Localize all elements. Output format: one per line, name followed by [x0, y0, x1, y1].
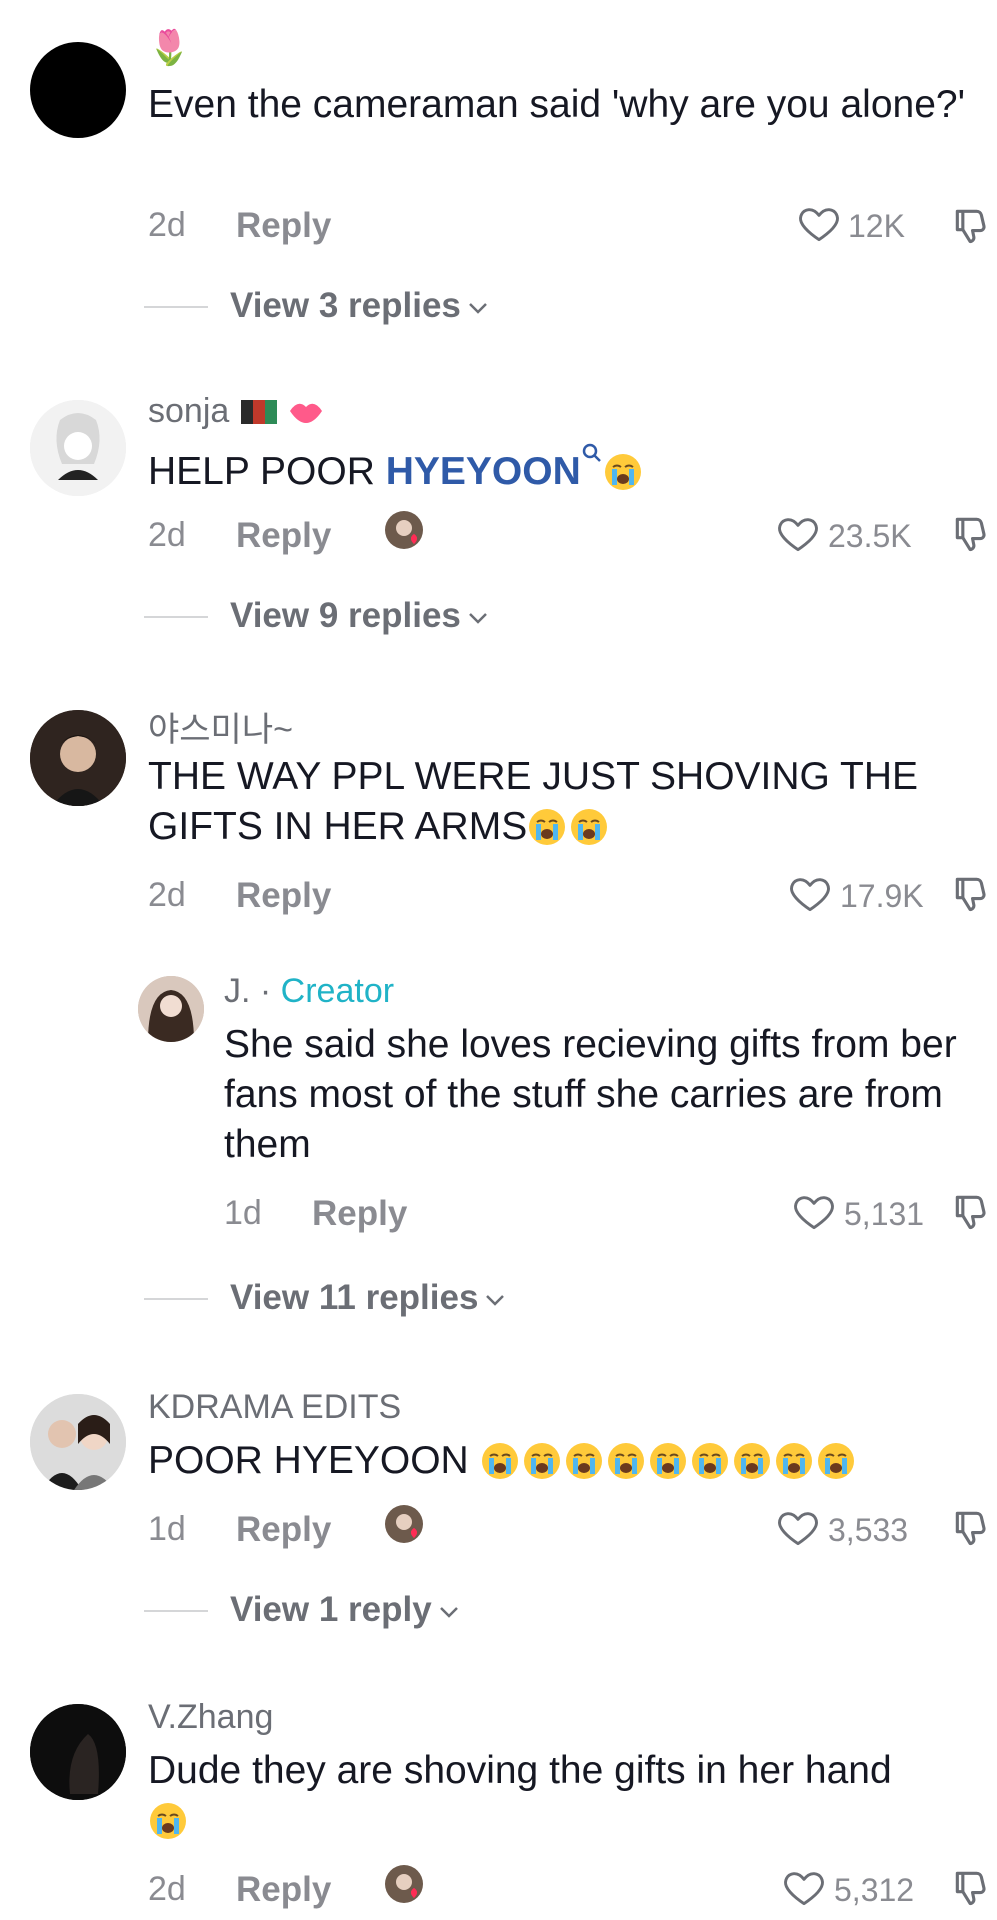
- loudly-crying-face-emoji: [480, 1441, 520, 1481]
- like-count: 23.5K: [828, 518, 912, 554]
- comment-text: THE WAY PPL WERE JUST SHOVING THE GIFTS …: [148, 752, 968, 852]
- loudly-crying-face-emoji: [690, 1441, 730, 1481]
- comment-username[interactable]: KDRAMA EDITS: [148, 1388, 401, 1427]
- loudly-crying-face-emoji: [732, 1441, 772, 1481]
- creator-liked-avatar-icon: [385, 511, 423, 549]
- reply-button[interactable]: Reply: [312, 1194, 407, 1234]
- reply-button[interactable]: Reply: [236, 1870, 331, 1910]
- like-count: 17.9K: [840, 878, 924, 914]
- heart-icon[interactable]: [776, 512, 820, 556]
- avatar[interactable]: [30, 1394, 126, 1490]
- like-count: 5,312: [834, 1872, 915, 1908]
- reply-button[interactable]: Reply: [236, 516, 331, 556]
- view-replies-label: View 11 replies: [230, 1278, 479, 1317]
- like-count: 5,131: [844, 1196, 925, 1232]
- comment-text: Even the cameraman said 'why are you alo…: [148, 83, 966, 126]
- view-replies-label: View 9 replies: [230, 596, 461, 635]
- view-replies-button[interactable]: View 1 reply: [230, 1590, 460, 1630]
- thumbs-down-icon[interactable]: [950, 512, 994, 556]
- divider: [144, 616, 208, 618]
- loudly-crying-face-emoji: [648, 1441, 688, 1481]
- view-replies-label: View 1 reply: [230, 1590, 432, 1629]
- loudly-crying-face-emoji: [816, 1441, 856, 1481]
- reply-button[interactable]: Reply: [236, 876, 331, 916]
- lips-icon: [290, 403, 323, 423]
- view-replies-label: View 3 replies: [230, 286, 461, 325]
- comment-username[interactable]: sonja: [148, 392, 324, 431]
- avatar[interactable]: [30, 400, 126, 496]
- comment-text: POOR HYEYOON: [148, 1436, 968, 1486]
- heart-icon[interactable]: [782, 1866, 826, 1910]
- chevron-down-icon: [439, 1606, 458, 1618]
- divider: [144, 1298, 208, 1300]
- creator-liked-avatar-icon: [385, 1505, 423, 1543]
- flag-icon: [240, 400, 277, 424]
- comment-age: 2d: [148, 1870, 186, 1908]
- comment-text: Dude they are shoving the gifts in her h…: [148, 1746, 968, 1846]
- thumbs-down-icon[interactable]: [950, 1506, 994, 1550]
- heart-icon[interactable]: [776, 1506, 820, 1550]
- creator-badge: Creator: [280, 972, 395, 1010]
- view-replies-button[interactable]: View 3 replies: [230, 286, 489, 326]
- thumbs-down-icon[interactable]: [950, 1190, 994, 1234]
- comment-username[interactable]: 야스미나~: [148, 702, 293, 751]
- comment-text-body: POOR HYEYOON: [148, 1439, 469, 1482]
- reply-text: She said she loves recieving gifts from …: [224, 1023, 957, 1166]
- avatar[interactable]: [30, 42, 126, 138]
- view-replies-button[interactable]: View 9 replies: [230, 596, 489, 636]
- loudly-crying-face-emoji: [603, 452, 643, 492]
- reply-button[interactable]: Reply: [236, 1510, 331, 1550]
- avatar[interactable]: [138, 976, 204, 1042]
- search-icon[interactable]: [581, 442, 603, 466]
- reply-button[interactable]: Reply: [236, 206, 331, 246]
- loudly-crying-face-emoji: [527, 807, 567, 847]
- loudly-crying-face-emoji: [564, 1441, 604, 1481]
- chevron-down-icon: [469, 612, 487, 624]
- hashtag-link[interactable]: HYEYOON: [386, 450, 581, 493]
- reply-username[interactable]: J. · Creator: [224, 972, 394, 1011]
- thumbs-down-icon[interactable]: [950, 872, 994, 916]
- loudly-crying-face-emoji: [569, 807, 609, 847]
- thumbs-down-icon[interactable]: [950, 204, 994, 248]
- chevron-down-icon: [486, 1294, 505, 1306]
- username-text: sonja: [148, 392, 230, 430]
- comment-age: 2d: [148, 876, 186, 914]
- comment-age: 2d: [148, 206, 186, 244]
- comment-username[interactable]: V.Zhang: [148, 1698, 273, 1737]
- comment-age: 1d: [148, 1510, 186, 1548]
- heart-icon[interactable]: [788, 872, 832, 916]
- divider: [144, 1610, 208, 1612]
- comment-text: HELP POOR HYEYOON: [148, 442, 968, 497]
- heart-icon[interactable]: [797, 202, 841, 246]
- heart-icon[interactable]: [792, 1190, 836, 1234]
- comment-age: 2d: [148, 516, 186, 554]
- reply-username-text: J.: [224, 972, 251, 1010]
- divider: [144, 306, 208, 308]
- loudly-crying-face-emoji: [522, 1441, 562, 1481]
- separator: ·: [250, 972, 281, 1010]
- comment-username[interactable]: 🌷: [148, 28, 190, 68]
- chevron-down-icon: [469, 302, 487, 314]
- like-count: 3,533: [828, 1512, 909, 1548]
- avatar[interactable]: [30, 710, 126, 806]
- loudly-crying-face-emoji: [774, 1441, 814, 1481]
- reply-age: 1d: [224, 1194, 262, 1232]
- view-replies-button[interactable]: View 11 replies: [230, 1278, 506, 1318]
- thumbs-down-icon[interactable]: [950, 1866, 994, 1910]
- comment-text-prefix: HELP POOR: [148, 450, 386, 493]
- loudly-crying-face-emoji: [606, 1441, 646, 1481]
- comment-text-body: Dude they are shoving the gifts in her h…: [148, 1749, 892, 1792]
- avatar[interactable]: [30, 1704, 126, 1800]
- creator-liked-avatar-icon: [385, 1865, 423, 1903]
- like-count: 12K: [848, 208, 905, 244]
- loudly-crying-face-emoji: [148, 1801, 188, 1841]
